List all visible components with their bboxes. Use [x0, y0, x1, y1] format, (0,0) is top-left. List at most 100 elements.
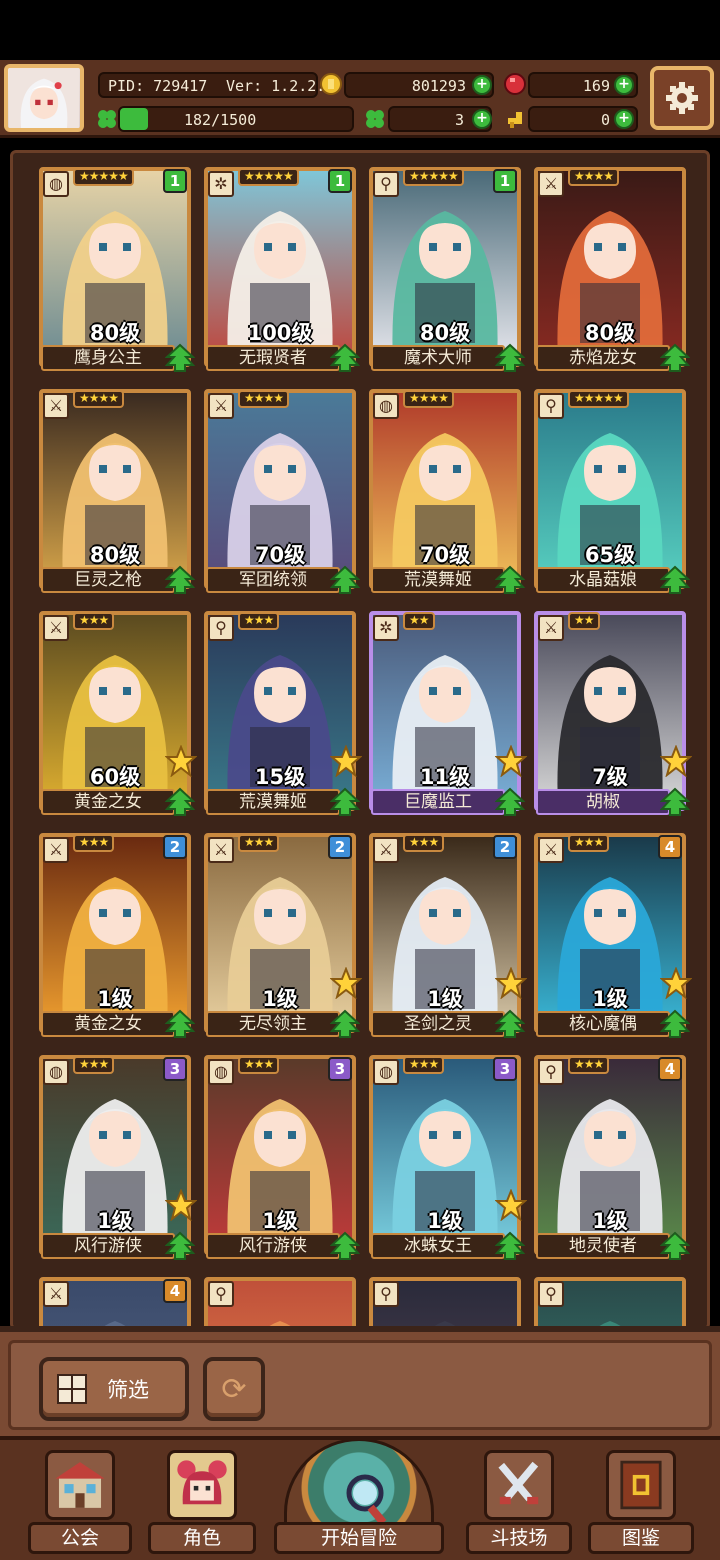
ruby-gem-icon	[504, 73, 526, 95]
card-name: 巨魔监工	[371, 789, 505, 815]
class-sword-icon: ⚔	[208, 837, 234, 863]
level-up-arrow-icon	[495, 343, 525, 372]
character-card[interactable]: 1级 ⚔ ★★★ 2 无尽领主	[204, 833, 362, 1041]
card-star-rating: ★★	[568, 612, 600, 630]
card-star-rating: ★★★	[238, 1056, 280, 1074]
character-card[interactable]: ⚲	[534, 1277, 686, 1327]
level-up-arrow-icon	[165, 787, 195, 816]
filter-button[interactable]: 筛选	[39, 1357, 189, 1421]
card-name: 水晶菇娘	[536, 567, 670, 593]
card-star-rating: ★★★★	[568, 168, 620, 186]
gear-icon	[666, 82, 698, 114]
star-upgrade-icon	[330, 967, 362, 999]
player-avatar[interactable]	[4, 64, 84, 132]
refresh-sort-button[interactable]: ⟳	[203, 1357, 265, 1421]
character-card[interactable]: 11级 ✲ ★★ 巨魔监工	[369, 611, 527, 819]
character-card[interactable]: 7级 ⚔ ★★ 胡椒	[534, 611, 692, 819]
class-rune-icon: ◍	[373, 1059, 399, 1085]
card-star-rating: ★★★	[73, 612, 115, 630]
card-frame: 1级	[204, 833, 356, 1033]
character-card[interactable]: 1级 ⚔ ★★★ 4 核心魔偶	[534, 833, 692, 1041]
character-card[interactable]: 100级 ✲ ★★★★★ 1 无瑕贤者	[204, 167, 360, 375]
nav-arena-label: 斗技场	[466, 1522, 572, 1554]
nav-guild[interactable]: 公会	[28, 1444, 132, 1554]
character-card[interactable]: 80级 ◍ ★★★★★ 1 鹰身公主	[39, 167, 195, 375]
class-wand-icon: ⚲	[208, 1281, 234, 1307]
class-gear-icon: ✲	[373, 615, 399, 641]
card-frame: 15级	[204, 611, 356, 811]
settings-button[interactable]	[650, 66, 714, 130]
card-frame: 1级	[369, 1055, 521, 1255]
add-clover-button[interactable]: +	[472, 109, 492, 129]
character-card[interactable]: ⚔ 4	[39, 1277, 191, 1327]
card-frame: 1级	[369, 833, 521, 1033]
character-card[interactable]: 65级 ⚲ ★★★★★ 水晶菇娘	[534, 389, 690, 597]
grid-filter-icon	[57, 1374, 87, 1404]
card-name: 冰蛛女王	[371, 1233, 505, 1259]
character-card[interactable]: 1级 ◍ ★★★ 3 风行游侠	[39, 1055, 197, 1263]
class-rune-icon: ◍	[208, 1059, 234, 1085]
nav-character[interactable]: 角色	[148, 1444, 256, 1554]
star-upgrade-icon	[165, 745, 197, 777]
nav-codex[interactable]: 图鉴	[588, 1444, 694, 1554]
add-key-button[interactable]: +	[614, 109, 634, 129]
character-card[interactable]: 70级 ⚔ ★★★★ 军团统领	[204, 389, 360, 597]
character-card[interactable]: 15级 ⚲ ★★★ 荒漠舞姬	[204, 611, 362, 819]
character-card[interactable]: 80级 ⚔ ★★★★ 赤焰龙女	[534, 167, 690, 375]
class-sword-icon: ⚔	[208, 393, 234, 419]
level-up-arrow-icon	[165, 1009, 195, 1038]
character-grid[interactable]: 80级 ◍ ★★★★★ 1 鹰身公主 100级 ✲ ★★★★★ 1 无瑕贤者 80级 ⚲ ★★★★★ 1 魔…	[10, 150, 710, 1330]
character-card[interactable]: 1级 ⚔ ★★★ 2 黄金之女	[39, 833, 195, 1041]
nav-start-adventure[interactable]: 开始冒险	[274, 1438, 444, 1554]
add-gold-button[interactable]: +	[472, 75, 492, 95]
crossed-swords-icon	[484, 1450, 554, 1520]
character-card[interactable]: 1级 ⚔ ★★★ 2 圣剑之灵	[369, 833, 527, 1041]
card-frame: 70级	[204, 389, 356, 589]
level-up-arrow-icon	[165, 343, 195, 372]
add-gem-button[interactable]: +	[614, 75, 634, 95]
card-frame: 1级	[204, 1055, 356, 1255]
gold-amount: 801293	[411, 77, 466, 95]
card-name: 赤焰龙女	[536, 345, 670, 371]
class-rune-icon: ◍	[373, 393, 399, 419]
character-card[interactable]: 1级 ◍ ★★★ 3 冰蛛女王	[369, 1055, 527, 1263]
class-sword-icon: ⚔	[43, 615, 69, 641]
level-up-arrow-icon	[165, 1231, 195, 1260]
card-name: 胡椒	[536, 789, 670, 815]
character-card[interactable]: 80级 ⚔ ★★★★ 巨灵之枪	[39, 389, 195, 597]
card-rank-badge: 2	[328, 835, 352, 859]
card-name: 巨灵之枪	[41, 567, 175, 593]
avatar-portrait	[8, 68, 80, 128]
star-upgrade-icon	[495, 967, 527, 999]
class-wand-icon: ⚲	[373, 1281, 399, 1307]
nav-codex-label: 图鉴	[588, 1522, 694, 1554]
character-card[interactable]: 1级 ⚲ ★★★ 4 地灵使者	[534, 1055, 690, 1263]
card-star-rating: ★★★★★	[568, 390, 629, 408]
card-rank-badge: 3	[493, 1057, 517, 1081]
class-sword-icon: ⚔	[373, 837, 399, 863]
nav-arena[interactable]: 斗技场	[466, 1444, 572, 1554]
level-up-arrow-icon	[495, 565, 525, 594]
pid-text: PID: 729417	[108, 77, 208, 95]
character-card[interactable]: 60级 ⚔ ★★★ 黄金之女	[39, 611, 197, 819]
card-star-rating: ★★★★★	[403, 168, 464, 186]
character-card[interactable]: 70级 ◍ ★★★★ 荒漠舞姬	[369, 389, 525, 597]
character-card[interactable]: 80级 ⚲ ★★★★★ 1 魔术大师	[369, 167, 525, 375]
class-wand-icon: ⚲	[538, 1059, 564, 1085]
level-up-arrow-icon	[660, 343, 690, 372]
clover-amount: 3	[454, 111, 464, 129]
card-star-rating: ★★★	[73, 1056, 115, 1074]
character-card[interactable]: ⚲	[369, 1277, 521, 1327]
filter-panel-inner: 筛选 ⟳	[8, 1340, 712, 1430]
level-up-arrow-icon	[495, 787, 525, 816]
class-sword-icon: ⚔	[538, 615, 564, 641]
card-name: 地灵使者	[536, 1233, 670, 1259]
character-card[interactable]: ⚲	[204, 1277, 356, 1327]
card-star-rating: ★★★	[568, 834, 610, 852]
level-up-arrow-icon	[660, 1009, 690, 1038]
class-rune-icon: ◍	[43, 1059, 69, 1085]
nav-adventure-label: 开始冒险	[274, 1522, 444, 1554]
star-upgrade-icon	[660, 745, 692, 777]
top-status-bar: PID: 729417 Ver: 1.2.2.0 801293 + 169 + …	[0, 60, 720, 138]
character-card[interactable]: 1级 ◍ ★★★ 3 风行游侠	[204, 1055, 360, 1263]
